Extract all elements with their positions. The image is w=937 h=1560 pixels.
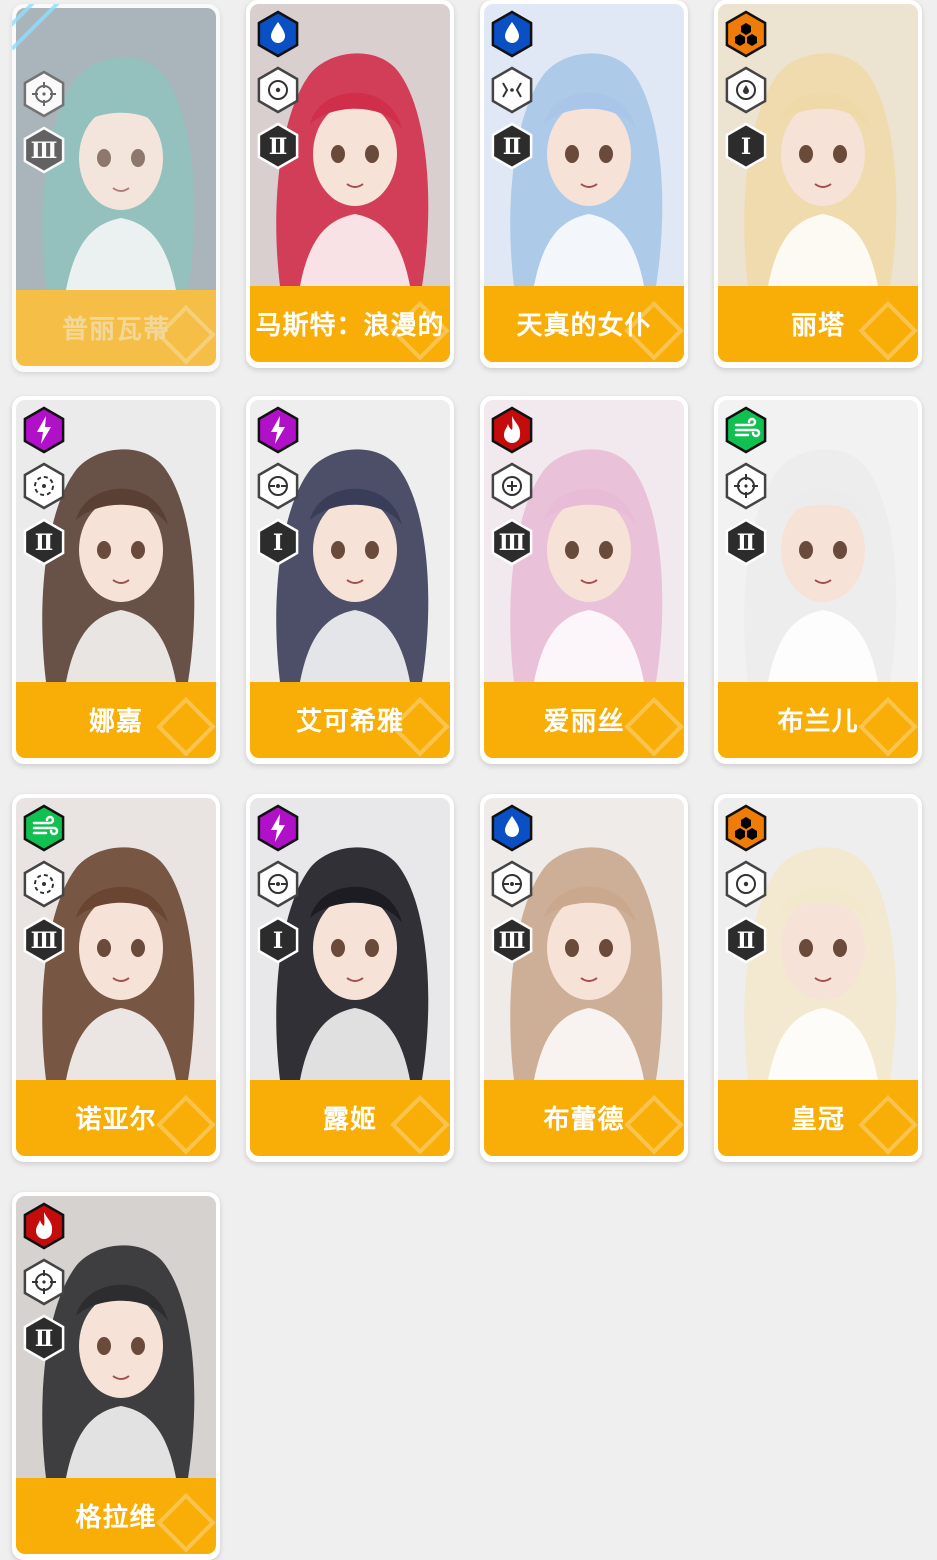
wind-element-icon [23, 804, 65, 852]
scope-weapon-icon [491, 860, 533, 908]
class-rank-label: Ⅱ [269, 134, 288, 160]
character-card[interactable]: Ⅲ ◇ 诺亚尔 [12, 794, 220, 1162]
character-name: 诺亚尔 [75, 1105, 157, 1135]
class-rank-icon: Ⅲ [23, 126, 65, 174]
character-card[interactable]: Ⅱ ◇ 马斯特：浪漫的 [246, 0, 454, 368]
scope-plus-weapon-icon [491, 462, 533, 510]
character-card[interactable]: Ⅱ ◇ 娜嘉 [12, 396, 220, 764]
character-name: 格拉维 [75, 1503, 157, 1533]
class-rank-label: Ⅱ [35, 1326, 54, 1352]
electric-element-icon [257, 804, 299, 852]
iron-element-icon [725, 10, 767, 58]
character-card[interactable]: Ⅲ ◇ 普丽瓦蒂 [12, 4, 220, 372]
fire-element-icon [23, 1202, 65, 1250]
character-name: 皇冠 [790, 1105, 845, 1135]
character-name: 丽塔 [790, 311, 845, 341]
name-bar: ◇ 布兰儿 [718, 682, 918, 758]
name-bar: ◇ 布蕾德 [484, 1080, 684, 1156]
character-name: 露姬 [322, 1105, 377, 1135]
circle-dot-weapon-icon [725, 860, 767, 908]
character-name: 马斯特：浪漫的 [255, 311, 445, 341]
circle-dot-weapon-icon [257, 66, 299, 114]
electric-element-icon [23, 406, 65, 454]
class-rank-label: Ⅱ [737, 928, 756, 954]
scope-weapon-icon [257, 860, 299, 908]
droplet-circle-weapon-icon [725, 66, 767, 114]
dotted-circle-weapon-icon [23, 860, 65, 908]
water-element-icon [491, 10, 533, 58]
character-card[interactable]: Ⅰ ◇ 露姬 [246, 794, 454, 1162]
name-bar: ◇ 娜嘉 [16, 682, 216, 758]
name-bar: ◇ 格拉维 [16, 1478, 216, 1554]
class-rank-icon: Ⅱ [23, 518, 65, 566]
name-bar: ◇ 普丽瓦蒂 [16, 290, 216, 366]
character-grid: Ⅲ ◇ 普丽瓦蒂 Ⅱ ◇ 马斯特：浪漫的 Ⅱ ◇ 天真的女仆 Ⅰ ◇ 丽塔 Ⅱ ◇ [0, 0, 937, 1560]
name-bar: ◇ 爱丽丝 [484, 682, 684, 758]
class-rank-label: Ⅱ [503, 134, 522, 160]
class-rank-label: Ⅱ [737, 530, 756, 556]
character-card[interactable]: Ⅲ ◇ 布蕾德 [480, 794, 688, 1162]
name-bar: ◇ 马斯特：浪漫的 [250, 286, 450, 362]
name-bar: ◇ 丽塔 [718, 286, 918, 362]
character-name: 布蕾德 [543, 1105, 625, 1135]
wind-element-icon [725, 406, 767, 454]
class-rank-icon: Ⅲ [23, 916, 65, 964]
iron-element-icon [725, 804, 767, 852]
character-card[interactable]: Ⅰ ◇ 艾可希雅 [246, 396, 454, 764]
class-rank-label: Ⅱ [35, 530, 54, 556]
character-name: 天真的女仆 [516, 311, 652, 341]
name-bar: ◇ 皇冠 [718, 1080, 918, 1156]
character-card[interactable]: Ⅱ ◇ 布兰儿 [714, 396, 922, 764]
electric-element-icon [257, 406, 299, 454]
class-rank-icon: Ⅲ [491, 518, 533, 566]
character-name: 布兰儿 [777, 707, 859, 737]
class-rank-icon: Ⅰ [257, 518, 299, 566]
class-rank-icon: Ⅱ [725, 518, 767, 566]
character-card[interactable]: Ⅲ ◇ 爱丽丝 [480, 396, 688, 764]
fire-element-icon [491, 406, 533, 454]
character-name: 爱丽丝 [543, 707, 625, 737]
character-name: 普丽瓦蒂 [61, 315, 170, 345]
class-rank-icon: Ⅰ [725, 122, 767, 170]
class-rank-label: Ⅲ [31, 138, 58, 164]
bracket-weapon-icon [491, 66, 533, 114]
character-name: 艾可希雅 [295, 707, 404, 737]
class-rank-icon: Ⅱ [23, 1314, 65, 1362]
name-bar: ◇ 天真的女仆 [484, 286, 684, 362]
water-element-icon [491, 804, 533, 852]
character-card[interactable]: Ⅰ ◇ 丽塔 [714, 0, 922, 368]
class-rank-label: Ⅰ [273, 928, 283, 954]
water-element-icon [257, 10, 299, 58]
crosshair-weapon-icon [23, 70, 65, 118]
class-rank-icon: Ⅱ [725, 916, 767, 964]
dotted-circle-weapon-icon [23, 462, 65, 510]
crosshair-weapon-icon [23, 1258, 65, 1306]
name-bar: ◇ 露姬 [250, 1080, 450, 1156]
character-name: 娜嘉 [88, 707, 143, 737]
crosshair-weapon-icon [725, 462, 767, 510]
name-bar: ◇ 诺亚尔 [16, 1080, 216, 1156]
class-rank-label: Ⅰ [741, 134, 751, 160]
scope-weapon-icon [257, 462, 299, 510]
class-rank-icon: Ⅲ [491, 916, 533, 964]
character-card[interactable]: Ⅱ ◇ 天真的女仆 [480, 0, 688, 368]
character-card[interactable]: Ⅱ ◇ 皇冠 [714, 794, 922, 1162]
class-rank-label: Ⅲ [499, 530, 526, 556]
class-rank-label: Ⅲ [31, 928, 58, 954]
class-rank-icon: Ⅰ [257, 916, 299, 964]
class-rank-label: Ⅰ [273, 530, 283, 556]
name-bar: ◇ 艾可希雅 [250, 682, 450, 758]
character-card[interactable]: Ⅱ ◇ 格拉维 [12, 1192, 220, 1560]
class-rank-icon: Ⅱ [491, 122, 533, 170]
class-rank-label: Ⅲ [499, 928, 526, 954]
class-rank-icon: Ⅱ [257, 122, 299, 170]
